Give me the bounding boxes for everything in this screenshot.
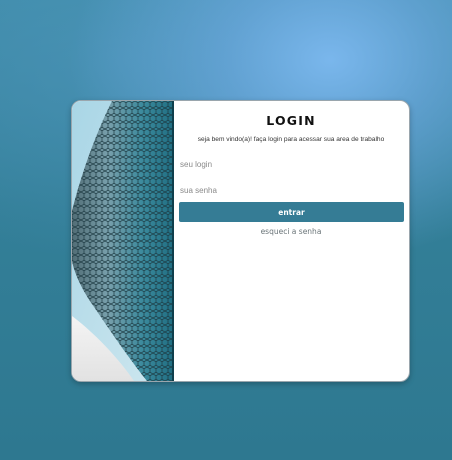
submit-button[interactable]: entrar <box>179 202 404 222</box>
hero-image <box>72 101 174 381</box>
login-input[interactable] <box>180 156 402 172</box>
login-card: LOGIN seja bem vindo(a)! faça login para… <box>71 100 410 382</box>
password-input[interactable] <box>180 182 402 198</box>
page-title: LOGIN <box>266 113 316 128</box>
login-form: LOGIN seja bem vindo(a)! faça login para… <box>178 101 404 381</box>
forgot-password-link[interactable]: esqueci a senha <box>178 227 404 236</box>
welcome-subtitle: seja bem vindo(a)! faça login para acess… <box>197 136 385 143</box>
